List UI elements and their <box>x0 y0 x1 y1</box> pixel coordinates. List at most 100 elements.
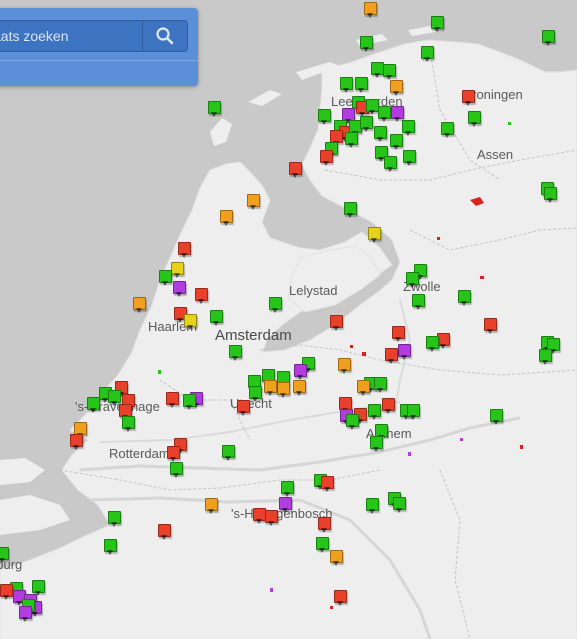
map-marker-green[interactable] <box>229 345 242 361</box>
map-marker-green[interactable] <box>539 349 552 365</box>
map-marker-green[interactable] <box>468 111 481 127</box>
map-marker-green[interactable] <box>108 390 121 406</box>
island-vlieland <box>248 90 282 106</box>
map-marker-yellow[interactable] <box>171 262 184 278</box>
map-marker-red[interactable] <box>167 446 180 462</box>
map-marker-purple[interactable] <box>173 281 186 297</box>
map-marker-green[interactable] <box>344 202 357 218</box>
map-marker-green[interactable] <box>374 377 387 393</box>
map-marker-green[interactable] <box>544 187 557 203</box>
search-button[interactable] <box>142 21 187 51</box>
map-marker-green[interactable] <box>249 386 262 402</box>
map-marker-green[interactable] <box>426 336 439 352</box>
city-label-amsterdam: Amsterdam <box>215 327 292 344</box>
map-marker-orange[interactable] <box>338 358 351 374</box>
map-marker-yellow[interactable] <box>368 227 381 243</box>
map-marker-green[interactable] <box>383 64 396 80</box>
map-marker-yellow[interactable] <box>184 314 197 330</box>
map-marker-red[interactable] <box>0 584 13 600</box>
map-marker-green[interactable] <box>403 150 416 166</box>
map-marker-green[interactable] <box>170 462 183 478</box>
map-marker-green[interactable] <box>316 537 329 553</box>
map-marker-red[interactable] <box>158 524 171 540</box>
map-marker-green[interactable] <box>87 397 100 413</box>
map-marker-purple[interactable] <box>19 606 32 622</box>
map-marker-orange[interactable] <box>293 380 306 396</box>
map-marker-red[interactable] <box>462 90 475 106</box>
map-marker-orange[interactable] <box>133 297 146 313</box>
map-marker-green[interactable] <box>346 414 359 430</box>
map-marker-orange[interactable] <box>220 210 233 226</box>
map-marker-red[interactable] <box>289 162 302 178</box>
map-marker-red[interactable] <box>195 288 208 304</box>
map-marker-green[interactable] <box>393 497 406 513</box>
map-marker-green[interactable] <box>340 77 353 93</box>
map-marker-green[interactable] <box>281 481 294 497</box>
map-marker-green[interactable] <box>360 116 373 132</box>
map-marker-green[interactable] <box>32 580 45 596</box>
map-marker-red[interactable] <box>321 476 334 492</box>
map-marker-green[interactable] <box>345 132 358 148</box>
map-marker-green[interactable] <box>374 126 387 142</box>
map-marker-orange[interactable] <box>264 380 277 396</box>
map-marker-green[interactable] <box>458 290 471 306</box>
map-marker-red[interactable] <box>318 517 331 533</box>
map-marker-orange[interactable] <box>247 194 260 210</box>
map-marker-purple[interactable] <box>294 364 307 380</box>
map-marker-purple[interactable] <box>391 106 404 122</box>
map-marker-green[interactable] <box>269 297 282 313</box>
map-marker-red[interactable] <box>320 150 333 166</box>
map-marker-green[interactable] <box>370 436 383 452</box>
map-marker-orange[interactable] <box>390 80 403 96</box>
map-view[interactable]: Groningen Leeuwarden Assen Lelystad Zwol… <box>0 0 577 639</box>
map-marker-green[interactable] <box>183 394 196 410</box>
map-marker-red[interactable] <box>70 434 83 450</box>
map-marker-red[interactable] <box>166 392 179 408</box>
map-marker-green[interactable] <box>318 109 331 125</box>
map-marker-green[interactable] <box>441 122 454 138</box>
map-marker-green[interactable] <box>355 77 368 93</box>
map-marker-red[interactable] <box>178 242 191 258</box>
map-marker-green[interactable] <box>384 156 397 172</box>
map-marker-red[interactable] <box>382 398 395 414</box>
map-marker-orange[interactable] <box>364 2 377 18</box>
map-marker-red[interactable] <box>484 318 497 334</box>
map-marker-green[interactable] <box>390 134 403 150</box>
map-marker-green[interactable] <box>407 404 420 420</box>
search-panel-divider <box>0 60 198 61</box>
map-marker-green[interactable] <box>406 272 419 288</box>
map-marker-red[interactable] <box>237 400 250 416</box>
map-marker-green[interactable] <box>368 404 381 420</box>
map-marker-green[interactable] <box>542 30 555 46</box>
map-marker-red[interactable] <box>385 348 398 364</box>
map-marker-orange[interactable] <box>205 498 218 514</box>
map-marker-green[interactable] <box>366 498 379 514</box>
map-marker-orange[interactable] <box>330 550 343 566</box>
map-marker-green[interactable] <box>402 120 415 136</box>
map-marker-purple[interactable] <box>279 497 292 513</box>
map-marker-red[interactable] <box>330 315 343 331</box>
map-marker-red[interactable] <box>334 590 347 606</box>
map-marker-green[interactable] <box>208 101 221 117</box>
map-marker-green[interactable] <box>490 409 503 425</box>
search-icon <box>156 27 174 45</box>
city-label-rotterdam: Rotterdam <box>109 446 170 461</box>
search-input[interactable] <box>0 21 143 51</box>
map-marker-red[interactable] <box>265 510 278 526</box>
map-marker-orange[interactable] <box>357 380 370 396</box>
map-marker-green[interactable] <box>412 294 425 310</box>
map-marker-red[interactable] <box>392 326 405 342</box>
map-marker-green[interactable] <box>210 310 223 326</box>
map-marker-green[interactable] <box>421 46 434 62</box>
map-marker-green[interactable] <box>159 270 172 286</box>
map-marker-orange[interactable] <box>277 382 290 398</box>
map-marker-green[interactable] <box>108 511 121 527</box>
map-marker-green[interactable] <box>431 16 444 32</box>
map-marker-green[interactable] <box>360 36 373 52</box>
map-marker-green[interactable] <box>222 445 235 461</box>
map-marker-green[interactable] <box>378 106 391 122</box>
map-marker-green[interactable] <box>104 539 117 555</box>
map-marker-green[interactable] <box>0 547 9 563</box>
map-marker-green[interactable] <box>122 416 135 432</box>
map-marker-purple[interactable] <box>398 344 411 360</box>
